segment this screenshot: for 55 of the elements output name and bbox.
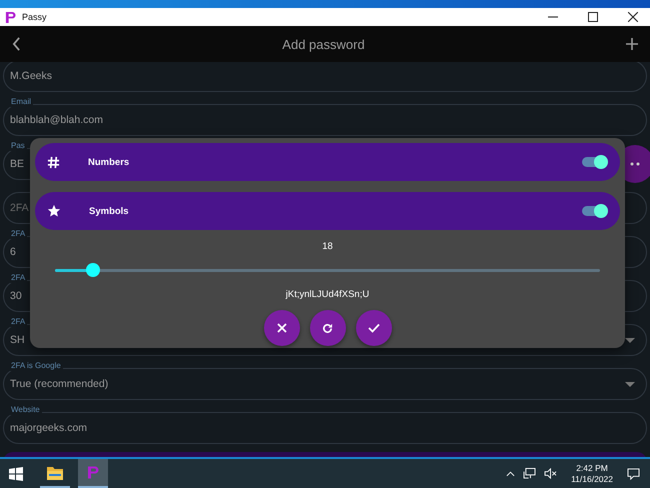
- field-placeholder: 2FA: [10, 202, 29, 214]
- page-title: Add password: [282, 36, 365, 52]
- clock-date[interactable]: 11/16/2022: [571, 474, 613, 484]
- field-label: 2FA: [9, 317, 28, 327]
- app-logo-icon: [5, 10, 16, 24]
- field-label: 2FA is Google: [9, 361, 63, 371]
- field-label: 2FA: [9, 273, 28, 283]
- field-value: True (recommended): [10, 378, 108, 390]
- input-field[interactable]: blahblah@blah.com: [3, 104, 647, 136]
- muted-speaker-icon[interactable]: [544, 468, 558, 479]
- dropdown-caret-icon: [625, 338, 635, 343]
- passy-taskbar-icon[interactable]: [78, 459, 108, 488]
- window-title: Passy: [22, 12, 47, 22]
- notification-icon[interactable]: [627, 468, 640, 480]
- field-label: Website: [9, 405, 42, 415]
- field-value: 30: [10, 290, 22, 302]
- toggle-switch[interactable]: [582, 206, 606, 216]
- option-row[interactable]: Numbers: [35, 143, 620, 181]
- field-value: BE: [10, 158, 24, 170]
- option-label: Symbols: [89, 206, 130, 216]
- refresh-button[interactable]: [310, 310, 346, 346]
- dropdown-caret-icon: [625, 382, 635, 387]
- field-label: 2FA: [9, 229, 28, 239]
- option-row[interactable]: Symbols: [35, 192, 620, 230]
- field-label: Email: [9, 97, 34, 107]
- clock-time[interactable]: 2:42 PM: [576, 462, 608, 474]
- start-icon[interactable]: [9, 466, 23, 480]
- refresh-icon: [322, 322, 333, 334]
- confirm-button[interactable]: [356, 310, 392, 346]
- star-icon: [47, 204, 61, 218]
- checkmark-icon: [368, 323, 380, 333]
- field-label: Pas: [9, 141, 27, 151]
- generated-password: jKt;ynlLJUd4fXSn;U: [286, 289, 370, 300]
- input-field[interactable]: majorgeeks.com: [3, 412, 647, 444]
- field-value: SH: [10, 334, 25, 346]
- close-icon: [276, 323, 286, 333]
- chevron-up-icon[interactable]: [506, 470, 516, 476]
- maximize-icon[interactable]: [588, 12, 598, 22]
- field-value: 6: [10, 246, 16, 258]
- cancel-button[interactable]: [264, 310, 300, 346]
- field-value: M.Geeks: [10, 70, 52, 82]
- input-field[interactable]: M.Geeks: [3, 62, 647, 92]
- hash-icon: [47, 156, 60, 168]
- network-icon[interactable]: [523, 468, 536, 479]
- toggle-switch[interactable]: [582, 157, 606, 167]
- close-icon[interactable]: [628, 12, 638, 22]
- add-icon[interactable]: [626, 38, 638, 50]
- field-value: majorgeeks.com: [10, 422, 88, 434]
- length-value: 18: [322, 241, 333, 252]
- input-field[interactable]: True (recommended): [3, 368, 647, 400]
- dots-icon: [630, 162, 640, 166]
- length-slider[interactable]: [55, 263, 600, 277]
- back-icon[interactable]: [12, 37, 21, 51]
- option-label: Numbers: [88, 156, 130, 168]
- field-value: blahblah@blah.com: [10, 114, 103, 126]
